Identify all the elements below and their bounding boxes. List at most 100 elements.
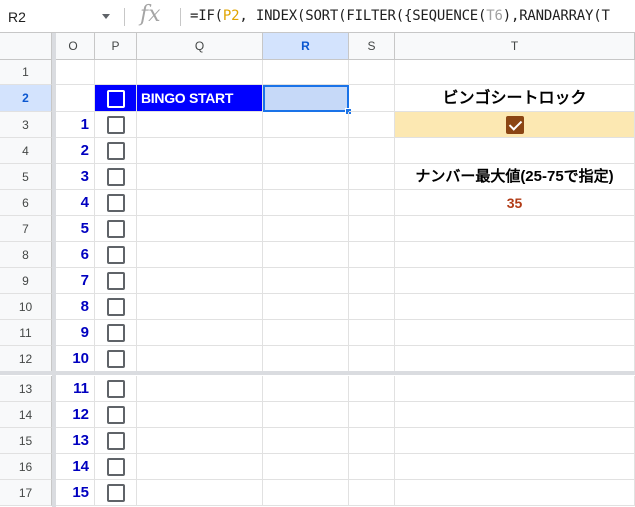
cell-s14[interactable] bbox=[349, 402, 395, 428]
row-header-17[interactable]: 17 bbox=[0, 480, 52, 506]
cell-s1[interactable] bbox=[349, 60, 395, 85]
bingo-start-checkbox[interactable] bbox=[107, 89, 125, 108]
cell-p16[interactable] bbox=[95, 454, 137, 480]
cell-t17[interactable] bbox=[395, 480, 635, 506]
number-checkbox[interactable] bbox=[107, 380, 125, 398]
sheet-grid[interactable]: O P Q R S T 1 2 BINGO START ビンゴシートロック 3 1 4 2 5 3 ナンバー最大… bbox=[0, 33, 635, 507]
row-header-16[interactable]: 16 bbox=[0, 454, 52, 480]
cell-t3[interactable] bbox=[395, 112, 635, 138]
number-checkbox[interactable] bbox=[107, 324, 125, 342]
cell-p3[interactable] bbox=[95, 112, 137, 138]
cell-o8[interactable]: 6 bbox=[52, 242, 95, 268]
cell-t13[interactable] bbox=[395, 376, 635, 402]
cell-q12[interactable] bbox=[137, 346, 263, 372]
number-checkbox[interactable] bbox=[107, 484, 125, 502]
cell-t9[interactable] bbox=[395, 268, 635, 294]
cell-s5[interactable] bbox=[349, 164, 395, 190]
cell-r6[interactable] bbox=[263, 190, 349, 216]
row-header-6[interactable]: 6 bbox=[0, 190, 52, 216]
cell-s7[interactable] bbox=[349, 216, 395, 242]
cell-s17[interactable] bbox=[349, 480, 395, 506]
cell-s10[interactable] bbox=[349, 294, 395, 320]
cell-r15[interactable] bbox=[263, 428, 349, 454]
row-header-1[interactable]: 1 bbox=[0, 60, 52, 85]
cell-p15[interactable] bbox=[95, 428, 137, 454]
cell-q4[interactable] bbox=[137, 138, 263, 164]
cell-o12[interactable]: 10 bbox=[52, 346, 95, 372]
cell-o7[interactable]: 5 bbox=[52, 216, 95, 242]
row-header-7[interactable]: 7 bbox=[0, 216, 52, 242]
cell-q13[interactable] bbox=[137, 376, 263, 402]
number-checkbox[interactable] bbox=[107, 116, 125, 134]
row-header-8[interactable]: 8 bbox=[0, 242, 52, 268]
cell-p14[interactable] bbox=[95, 402, 137, 428]
cell-p9[interactable] bbox=[95, 268, 137, 294]
chevron-down-icon[interactable] bbox=[102, 14, 110, 19]
number-checkbox[interactable] bbox=[107, 194, 125, 212]
cell-p11[interactable] bbox=[95, 320, 137, 346]
formula-input[interactable]: =IF(P2, INDEX(SORT(FILTER({SEQUENCE(T6),… bbox=[190, 8, 610, 24]
lock-title[interactable]: ビンゴシートロック bbox=[395, 85, 635, 112]
cell-q5[interactable] bbox=[137, 164, 263, 190]
column-header-o[interactable]: O bbox=[52, 33, 95, 60]
cell-s6[interactable] bbox=[349, 190, 395, 216]
cell-q7[interactable] bbox=[137, 216, 263, 242]
cell-q8[interactable] bbox=[137, 242, 263, 268]
cell-o15[interactable]: 13 bbox=[52, 428, 95, 454]
cell-o1[interactable] bbox=[52, 60, 95, 85]
row-header-11[interactable]: 11 bbox=[0, 320, 52, 346]
cell-s3[interactable] bbox=[349, 112, 395, 138]
cell-t1[interactable] bbox=[395, 60, 635, 85]
number-checkbox[interactable] bbox=[107, 432, 125, 450]
cell-t12[interactable] bbox=[395, 346, 635, 372]
cell-o2[interactable] bbox=[52, 85, 95, 112]
name-box[interactable]: R2 bbox=[0, 0, 112, 33]
cell-r9[interactable] bbox=[263, 268, 349, 294]
cell-o11[interactable]: 9 bbox=[52, 320, 95, 346]
cell-o6[interactable]: 4 bbox=[52, 190, 95, 216]
row-header-5[interactable]: 5 bbox=[0, 164, 52, 190]
cell-t8[interactable] bbox=[395, 242, 635, 268]
number-checkbox[interactable] bbox=[107, 272, 125, 290]
lock-checkbox[interactable] bbox=[506, 116, 524, 134]
number-checkbox[interactable] bbox=[107, 168, 125, 186]
cell-p13[interactable] bbox=[95, 376, 137, 402]
cell-p6[interactable] bbox=[95, 190, 137, 216]
cell-p17[interactable] bbox=[95, 480, 137, 506]
cell-s12[interactable] bbox=[349, 346, 395, 372]
column-header-r[interactable]: R bbox=[263, 33, 349, 60]
cell-s9[interactable] bbox=[349, 268, 395, 294]
row-header-9[interactable]: 9 bbox=[0, 268, 52, 294]
cell-q16[interactable] bbox=[137, 454, 263, 480]
cell-s13[interactable] bbox=[349, 376, 395, 402]
number-checkbox[interactable] bbox=[107, 246, 125, 264]
cell-p5[interactable] bbox=[95, 164, 137, 190]
cell-s15[interactable] bbox=[349, 428, 395, 454]
column-header-q[interactable]: Q bbox=[137, 33, 263, 60]
cell-p12[interactable] bbox=[95, 346, 137, 372]
select-all-corner[interactable] bbox=[0, 33, 52, 60]
column-header-p[interactable]: P bbox=[95, 33, 137, 60]
cell-t14[interactable] bbox=[395, 402, 635, 428]
number-checkbox[interactable] bbox=[107, 406, 125, 424]
cell-t4[interactable] bbox=[395, 138, 635, 164]
cell-q15[interactable] bbox=[137, 428, 263, 454]
cell-s2[interactable] bbox=[349, 85, 395, 112]
cell-t16[interactable] bbox=[395, 454, 635, 480]
cell-t11[interactable] bbox=[395, 320, 635, 346]
cell-q9[interactable] bbox=[137, 268, 263, 294]
cell-r5[interactable] bbox=[263, 164, 349, 190]
max-number-value[interactable]: 35 bbox=[395, 190, 635, 216]
cell-t10[interactable] bbox=[395, 294, 635, 320]
cell-r7[interactable] bbox=[263, 216, 349, 242]
number-checkbox[interactable] bbox=[107, 458, 125, 476]
max-number-label[interactable]: ナンバー最大値(25-75で指定) bbox=[395, 164, 635, 190]
cell-q3[interactable] bbox=[137, 112, 263, 138]
cell-q17[interactable] bbox=[137, 480, 263, 506]
row-header-14[interactable]: 14 bbox=[0, 402, 52, 428]
cell-r4[interactable] bbox=[263, 138, 349, 164]
cell-t7[interactable] bbox=[395, 216, 635, 242]
cell-r12[interactable] bbox=[263, 346, 349, 372]
cell-q11[interactable] bbox=[137, 320, 263, 346]
cell-o16[interactable]: 14 bbox=[52, 454, 95, 480]
